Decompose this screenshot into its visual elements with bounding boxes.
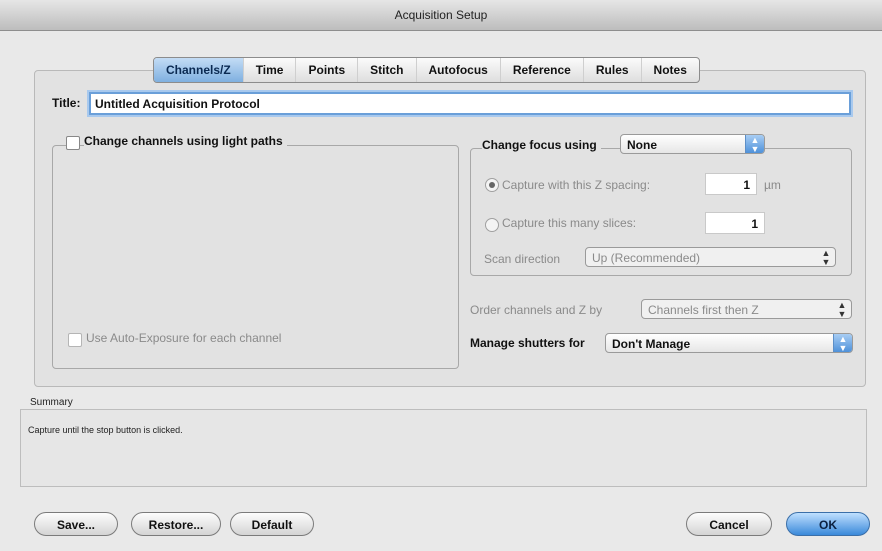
default-button[interactable]: Default xyxy=(230,512,314,536)
z-spacing-radio[interactable] xyxy=(485,178,499,192)
title-input[interactable]: Untitled Acquisition Protocol xyxy=(89,92,851,115)
tab-reference[interactable]: Reference xyxy=(501,58,584,82)
change-channels-checkbox[interactable] xyxy=(66,136,80,150)
tab-rules[interactable]: Rules xyxy=(584,58,642,82)
change-focus-value: None xyxy=(627,138,657,152)
order-value: Channels first then Z xyxy=(648,303,759,317)
cancel-button[interactable]: Cancel xyxy=(686,512,772,536)
auto-exposure-checkbox[interactable] xyxy=(68,333,82,347)
summary-label: Summary xyxy=(30,397,73,408)
slice-count-radio[interactable] xyxy=(485,218,499,232)
summary-box xyxy=(20,409,867,487)
acquisition-setup-window: Acquisition Setup Channels/Z Time Points… xyxy=(0,0,882,551)
tab-notes[interactable]: Notes xyxy=(642,58,699,82)
tab-channels-z[interactable]: Channels/Z xyxy=(154,58,244,82)
updown-arrows-icon: ▲ ▼ xyxy=(745,135,764,153)
change-focus-select[interactable]: None ▲ ▼ xyxy=(620,134,765,154)
tab-bar: Channels/Z Time Points Stitch Autofocus … xyxy=(153,57,700,83)
updown-arrows-icon: ▲ ▼ xyxy=(833,334,852,352)
window-title: Acquisition Setup xyxy=(0,0,882,31)
slice-count-label: Capture this many slices: xyxy=(502,216,637,230)
tab-stitch[interactable]: Stitch xyxy=(358,58,417,82)
updown-arrows-icon: ▲ ▼ xyxy=(837,300,847,319)
scan-direction-select[interactable]: Up (Recommended) ▲ ▼ xyxy=(585,247,836,267)
order-label: Order channels and Z by xyxy=(470,303,603,317)
change-focus-label: Change focus using xyxy=(482,138,601,152)
ok-button[interactable]: OK xyxy=(786,512,870,536)
title-label: Title: xyxy=(52,96,81,110)
updown-arrows-icon: ▲ ▼ xyxy=(821,248,831,267)
shutters-label: Manage shutters for xyxy=(470,336,585,350)
scan-direction-label: Scan direction xyxy=(484,252,561,266)
slice-count-input[interactable]: 1 xyxy=(705,212,765,234)
z-spacing-unit: µm xyxy=(764,178,781,192)
tab-points[interactable]: Points xyxy=(296,58,359,82)
shutters-value: Don't Manage xyxy=(612,337,691,351)
save-button[interactable]: Save... xyxy=(34,512,118,536)
z-spacing-label: Capture with this Z spacing: xyxy=(502,178,651,192)
z-spacing-input[interactable]: 1 xyxy=(705,173,757,195)
tab-autofocus[interactable]: Autofocus xyxy=(417,58,501,82)
shutters-select[interactable]: Don't Manage ▲ ▼ xyxy=(605,333,853,353)
order-select[interactable]: Channels first then Z ▲ ▼ xyxy=(641,299,852,319)
tab-time[interactable]: Time xyxy=(244,58,297,82)
scan-direction-value: Up (Recommended) xyxy=(592,251,701,265)
restore-button[interactable]: Restore... xyxy=(131,512,221,536)
auto-exposure-label: Use Auto-Exposure for each channel xyxy=(86,331,282,345)
summary-text: Capture until the stop button is clicked… xyxy=(28,425,183,435)
change-channels-label: Change channels using light paths xyxy=(84,134,287,148)
